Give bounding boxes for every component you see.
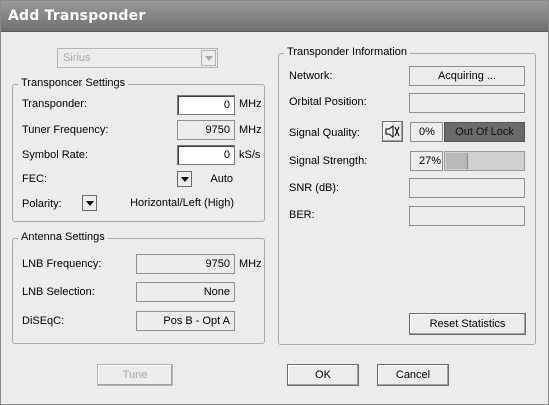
signal-strength-fill xyxy=(446,153,468,169)
fec-dropdown[interactable]: Auto xyxy=(177,170,235,188)
lnb-frequency-unit: MHz xyxy=(239,258,262,270)
signal-strength-meter xyxy=(444,151,525,171)
signal-quality-status-text: Out Of Lock xyxy=(455,126,514,138)
lnb-selection-label: LNB Selection: xyxy=(22,286,95,298)
ber-label: BER: xyxy=(289,209,315,221)
tuner-frequency-field: 9750 xyxy=(177,120,235,140)
ok-button[interactable]: OK xyxy=(287,364,359,386)
ber-field xyxy=(409,206,525,226)
transponder-input[interactable]: 0 xyxy=(177,95,235,115)
lnb-selection-field: None xyxy=(136,282,235,302)
lnb-frequency-label: LNB Frequency: xyxy=(22,258,102,270)
transponder-info-legend: Transponder Information xyxy=(284,46,411,58)
cancel-button[interactable]: Cancel xyxy=(377,364,449,386)
orbital-position-label: Orbital Position: xyxy=(289,96,367,108)
fec-label: FEC: xyxy=(22,173,48,185)
transponder-unit: MHz xyxy=(239,98,262,110)
antenna-settings-legend: Antenna Settings xyxy=(18,231,108,243)
satellite-dropdown[interactable]: Sirius xyxy=(57,48,218,68)
signal-strength-percent: 27% xyxy=(410,151,443,171)
satellite-dropdown-value: Sirius xyxy=(63,52,91,64)
diseqc-label: DiSEqC: xyxy=(22,315,65,327)
polarity-label: Polarity: xyxy=(22,198,62,210)
title-bar[interactable]: Add Transponder xyxy=(1,1,548,32)
tuner-frequency-label: Tuner Frequency: xyxy=(22,124,109,136)
symbol-rate-input[interactable]: 0 xyxy=(177,145,235,165)
signal-quality-status: Out Of Lock xyxy=(444,122,525,142)
tune-button[interactable]: Tune xyxy=(97,364,173,386)
signal-strength-label: Signal Strength: xyxy=(289,155,368,167)
orbital-position-field xyxy=(409,93,525,113)
lnb-frequency-field: 9750 xyxy=(136,254,235,274)
chevron-down-icon[interactable] xyxy=(82,195,97,211)
window-title: Add Transponder xyxy=(8,8,146,24)
signal-quality-label: Signal Quality: xyxy=(289,127,360,139)
polarity-value: Horizontal/Left (High) xyxy=(130,197,234,209)
symbol-rate-unit: kS/s xyxy=(239,149,261,161)
chevron-down-icon xyxy=(201,50,216,66)
speaker-icon xyxy=(385,125,400,138)
diseqc-field: Pos B - Opt A xyxy=(136,311,235,331)
snr-field xyxy=(409,178,525,198)
chevron-down-icon[interactable] xyxy=(177,171,192,187)
signal-quality-percent: 0% xyxy=(410,122,443,142)
symbol-rate-label: Symbol Rate: xyxy=(22,149,89,161)
snr-label: SNR (dB): xyxy=(289,182,340,194)
network-label: Network: xyxy=(289,70,333,82)
signal-audio-button[interactable] xyxy=(382,121,403,142)
network-field: Acquiring ... xyxy=(409,66,525,86)
tuner-frequency-unit: MHz xyxy=(239,124,262,136)
transponder-settings-legend: Transponcer Settings xyxy=(18,77,129,89)
polarity-dropdown[interactable]: Horizontal/Left (High) xyxy=(82,194,236,212)
fec-value: Auto xyxy=(210,173,233,185)
transponder-label: Transponder: xyxy=(22,98,88,110)
add-transponder-window: Add Transponder Sirius Transponcer Setti… xyxy=(0,0,549,405)
reset-statistics-button[interactable]: Reset Statistics xyxy=(409,313,526,335)
